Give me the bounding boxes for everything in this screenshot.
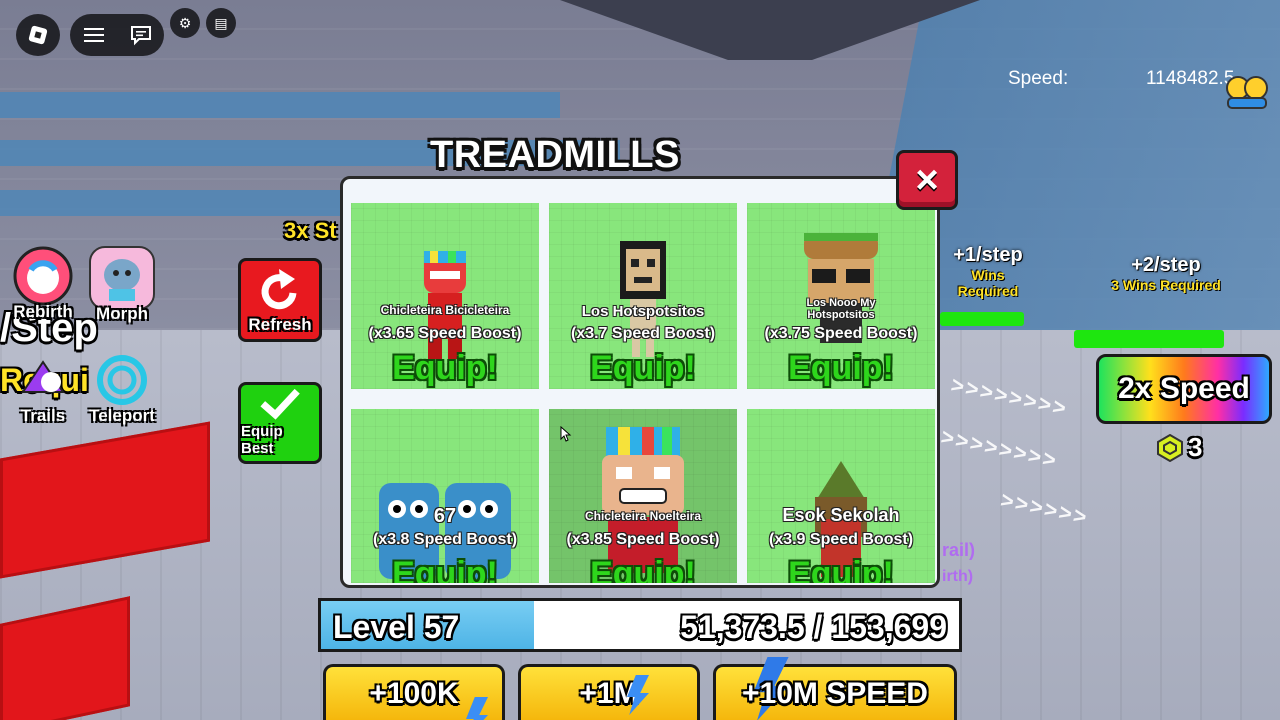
treadmill-name: Chicleteira Bicicleteira bbox=[380, 303, 510, 317]
trails-button[interactable]: Trails bbox=[10, 348, 76, 426]
price-value: 3 bbox=[1188, 432, 1203, 462]
chat-icon[interactable] bbox=[129, 24, 153, 46]
rebirth-button[interactable]: Rebirth bbox=[8, 244, 78, 322]
robux-icon bbox=[1157, 433, 1183, 462]
level-xp-text: 51,373.5 / 153,699 bbox=[680, 609, 947, 645]
treadmill-name: Los Hotspotsitos bbox=[581, 303, 705, 320]
step-upgrade-title: +2/step bbox=[1131, 254, 1201, 276]
step-upgrade-requirement: Wins Required bbox=[957, 267, 1019, 299]
refresh-button[interactable]: Refresh bbox=[238, 258, 322, 342]
treadmill-boost: (x3.8 Speed Boost) bbox=[372, 531, 518, 548]
equip-best-button[interactable]: Equip Best bbox=[238, 382, 322, 464]
buy-1m-speed-button[interactable]: +1M bbox=[518, 664, 700, 720]
refresh-label: Refresh bbox=[248, 315, 312, 334]
world-sign-partial: irth) bbox=[942, 568, 974, 585]
level-label: Level 57 bbox=[333, 609, 460, 645]
scroll-icon[interactable]: ▤ bbox=[206, 8, 236, 38]
step-upgrade-sign: +2/step 3 Wins Required bbox=[1100, 254, 1232, 293]
2x-speed-button[interactable]: 2x Speed bbox=[1096, 354, 1272, 424]
treadmill-card[interactable]: Esok Sekolah (x3.9 Speed Boost) Equip! bbox=[747, 409, 935, 583]
mouse-cursor-icon bbox=[560, 426, 572, 442]
hamburger-menu-icon[interactable] bbox=[82, 25, 106, 45]
green-treadmill bbox=[940, 312, 1024, 326]
green-treadmill bbox=[1074, 330, 1224, 348]
treadmill-boost: (x3.65 Speed Boost) bbox=[368, 325, 522, 342]
wall-stripe bbox=[0, 190, 350, 216]
checkmark-icon bbox=[260, 388, 300, 420]
morph-label: Morph bbox=[96, 304, 148, 323]
chicleteira-noelteira-character bbox=[602, 427, 684, 573]
world-sign-partial: rail) bbox=[942, 540, 976, 560]
refresh-icon bbox=[261, 269, 297, 310]
panel-title: TREADMILLS bbox=[430, 134, 680, 176]
speed-value: 1148482.5 bbox=[1146, 68, 1235, 89]
trails-label: Trails bbox=[20, 406, 66, 425]
settings-gear-icon[interactable]: ⚙ bbox=[170, 8, 200, 38]
equip-button[interactable]: Equip! bbox=[351, 349, 539, 388]
treadmill-card[interactable]: 67 (x3.8 Speed Boost) Equip! bbox=[351, 409, 539, 583]
buy-10m-label: +10M SPEED bbox=[742, 676, 928, 710]
world-sign-partial: 3x St bbox=[284, 218, 337, 243]
step-upgrade-sign: +1/step Wins Required bbox=[940, 244, 1036, 299]
buy-100k-speed-button[interactable]: +100K bbox=[323, 664, 505, 720]
lightning-bolt-icon bbox=[466, 697, 488, 720]
equip-button[interactable]: Equip! bbox=[549, 349, 737, 388]
treadmill-card[interactable]: Chicleteira Bicicleteira (x3.65 Speed Bo… bbox=[351, 203, 539, 389]
treadmill-name: 67 bbox=[433, 505, 457, 527]
morph-icon bbox=[89, 246, 155, 310]
teleport-icon bbox=[89, 348, 155, 412]
2x-speed-label: 2x Speed bbox=[1118, 372, 1250, 405]
step-upgrade-title: +1/step bbox=[953, 244, 1023, 266]
close-panel-button[interactable]: × bbox=[896, 150, 958, 210]
morph-button[interactable]: Morph bbox=[86, 246, 158, 324]
equip-button[interactable]: Equip! bbox=[549, 555, 737, 583]
speed-label: Speed: bbox=[1008, 68, 1069, 89]
equip-button[interactable]: Equip! bbox=[351, 555, 539, 583]
rebirth-label: Rebirth bbox=[13, 302, 73, 321]
treadmills-panel: Chicleteira Bicicleteira (x3.65 Speed Bo… bbox=[340, 176, 940, 588]
roblox-menu-button[interactable] bbox=[16, 14, 60, 56]
equip-best-label: Equip Best bbox=[241, 423, 283, 457]
players-avatar-icon[interactable] bbox=[1224, 74, 1270, 110]
treadmill-boost: (x3.9 Speed Boost) bbox=[768, 531, 914, 548]
2x-speed-price: 3 bbox=[1156, 432, 1202, 463]
step-upgrade-requirement: 3 Wins Required bbox=[1111, 277, 1221, 293]
buy-100k-label: +100K bbox=[369, 676, 459, 710]
treadmill-name: Chicleteira Noelteira bbox=[584, 509, 702, 523]
treadmill-card[interactable]: Chicleteira Noelteira (x3.85 Speed Boost… bbox=[549, 409, 737, 583]
level-progress-bar: Level 57 51,373.5 / 153,699 bbox=[318, 598, 962, 652]
equip-button[interactable]: Equip! bbox=[747, 555, 935, 583]
treadmill-boost: (x3.75 Speed Boost) bbox=[764, 325, 918, 342]
roblox-toolbar bbox=[70, 14, 164, 56]
teleport-label: Teleport bbox=[89, 406, 155, 425]
treadmill-card[interactable]: Los Hotspotsitos (x3.7 Speed Boost) Equi… bbox=[549, 203, 737, 389]
treadmill-card[interactable]: Los Nooo My Hotspotsitos (x3.75 Speed Bo… bbox=[747, 203, 935, 389]
rebirth-icon bbox=[10, 244, 76, 308]
treadmill-grid: Chicleteira Bicicleteira (x3.65 Speed Bo… bbox=[351, 203, 937, 583]
wall-stripe bbox=[0, 92, 560, 118]
close-icon: × bbox=[915, 158, 939, 202]
teleport-button[interactable]: Teleport bbox=[80, 348, 164, 426]
trails-icon bbox=[10, 348, 76, 412]
treadmill-name: Los Nooo My Hotspotsitos bbox=[806, 297, 876, 321]
treadmill-boost: (x3.85 Speed Boost) bbox=[566, 531, 720, 548]
buy-10m-speed-button[interactable]: +10M SPEED bbox=[713, 657, 957, 720]
treadmill-boost: (x3.7 Speed Boost) bbox=[570, 325, 716, 342]
equip-button[interactable]: Equip! bbox=[747, 349, 935, 388]
roblox-logo-icon bbox=[28, 25, 48, 45]
treadmill-name: Esok Sekolah bbox=[782, 505, 900, 525]
